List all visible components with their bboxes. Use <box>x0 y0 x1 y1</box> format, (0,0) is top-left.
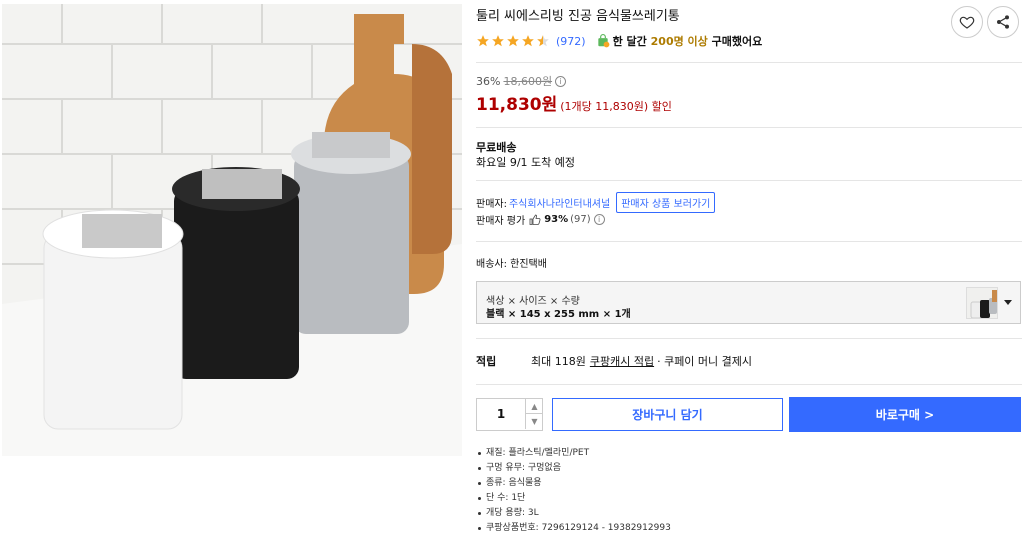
spec-item: 쿠팡상품번호: 7296129124 - 19382912993 <box>476 521 671 536</box>
shopping-bag-icon <box>597 34 610 48</box>
reward-label: 적립 <box>476 355 497 368</box>
unit-price: (1개당 11,830원) 할인 <box>560 100 672 113</box>
chevron-down-icon <box>1004 300 1012 305</box>
coupang-cash-link[interactable]: 쿠팡캐시 적립 <box>590 353 654 369</box>
reward-row: 적립 최대 118원 쿠팡캐시 적립 · 쿠페이 머니 결제시 <box>476 353 752 369</box>
rating-row: (972) 한 달간 200명 이상 구매했어요 <box>476 32 762 50</box>
divider <box>476 127 1022 128</box>
star-icon <box>477 35 489 47</box>
star-icon <box>507 35 519 47</box>
seller-rating-row: 판매자 평가 93% (97) i <box>476 212 605 227</box>
seller-rating-percent: 93% <box>544 214 569 225</box>
buy-now-button[interactable]: 바로구매 > <box>789 397 1021 432</box>
divider <box>476 62 1022 63</box>
purchase-badge: 한 달간 200명 이상 구매했어요 <box>596 33 763 49</box>
spec-item: 재질: 플라스틱/멜라민/PET <box>476 446 671 461</box>
quantity-input[interactable]: 1 <box>477 399 525 430</box>
seller-label: 판매자: <box>476 199 507 210</box>
divider <box>476 180 1022 181</box>
spec-item: 개당 용량: 3L <box>476 506 671 521</box>
increment-button[interactable]: ▲ <box>525 399 543 414</box>
star-icon <box>492 35 504 47</box>
info-icon[interactable]: i <box>593 214 605 225</box>
buy-badge-prefix: 한 달간 <box>612 35 647 48</box>
divider <box>476 241 1022 242</box>
seller-rating-count: (97) <box>570 214 591 225</box>
option-selector[interactable]: 색상 × 사이즈 × 수량 블랙 × 145 x 255 mm × 1개 <box>476 281 1021 324</box>
share-button[interactable] <box>987 6 1019 38</box>
seller-row: 판매자: 주식회사나라인터내셔널 판매자 상품 보러가기 <box>476 192 716 213</box>
courier-info: 배송사: 한진택배 <box>476 259 547 270</box>
original-price: 18,600원 <box>503 75 553 88</box>
decrement-button[interactable]: ▼ <box>525 414 543 429</box>
seller-name-link[interactable]: 주식회사나라인터내셔널 <box>509 195 610 210</box>
spec-list: 재질: 플라스틱/멜라민/PET 구멍 유무: 구멍없음 종류: 음식물용 단 … <box>476 446 671 536</box>
product-title: 툴리 씨에스리빙 진공 음식물쓰레기통 <box>476 9 680 24</box>
spec-item: 종류: 음식물용 <box>476 476 671 491</box>
divider <box>476 384 1022 385</box>
reward-condition: · 쿠페이 머니 결제시 <box>657 355 753 368</box>
thumbs-up-icon <box>529 214 541 225</box>
divider <box>476 338 1022 339</box>
rating-stars[interactable] <box>476 34 550 48</box>
seller-products-button[interactable]: 판매자 상품 보러가기 <box>616 192 716 213</box>
favorite-button[interactable] <box>951 6 983 38</box>
heart-icon <box>959 16 975 29</box>
discount-rate: 36% <box>476 74 501 88</box>
original-price-row: 36% 18,600원 i <box>476 73 567 89</box>
sale-price: 11,830원 <box>476 95 558 115</box>
buy-badge-count: 200명 이상 <box>650 35 708 48</box>
seller-rating-label: 판매자 평가 <box>476 216 526 227</box>
arrival-date: 화요일 9/1 도착 예정 <box>476 156 576 169</box>
star-icon <box>522 35 534 47</box>
product-image[interactable] <box>2 4 462 456</box>
spec-item: 구멍 유무: 구멍없음 <box>476 461 671 476</box>
add-to-cart-button[interactable]: 장바구니 담기 <box>552 398 783 431</box>
review-count-link[interactable]: (972) <box>556 35 586 48</box>
half-star-icon <box>537 35 549 47</box>
sale-price-row: 11,830원 (1개당 11,830원) 할인 <box>476 90 672 115</box>
shipping-label: 무료배송 <box>476 141 517 154</box>
product-details: 툴리 씨에스리빙 진공 음식물쓰레기통 (972) 한 달간 200명 이상 구… <box>476 0 1022 544</box>
option-value: 블랙 × 145 x 255 mm × 1개 <box>486 309 631 320</box>
spec-item: 단 수: 1단 <box>476 491 671 506</box>
quantity-stepper[interactable]: 1 ▲ ▼ <box>476 398 543 431</box>
info-icon[interactable]: i <box>555 75 567 87</box>
share-icon <box>997 15 1009 29</box>
buy-badge-suffix: 구매했어요 <box>711 35 763 48</box>
reward-amount: 최대 118원 <box>531 355 586 368</box>
option-thumbnail <box>966 287 998 319</box>
